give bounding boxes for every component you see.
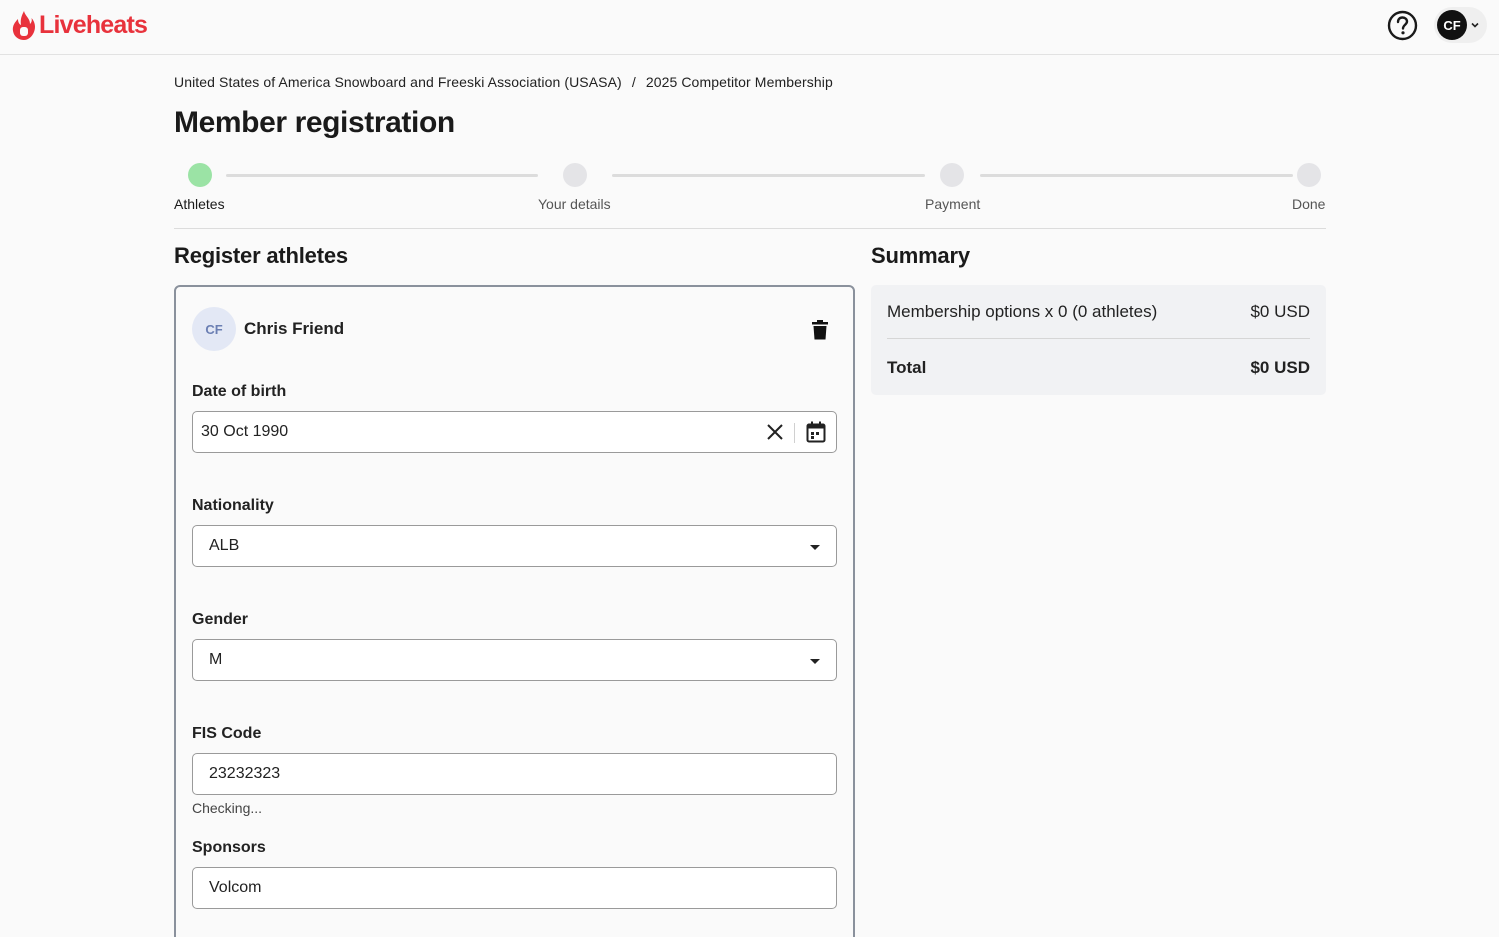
athlete-card: CF Chris Friend Date of birth 30 Oct 199… (174, 285, 855, 937)
summary-total: Total $0 USD (887, 358, 1310, 378)
step-connector (612, 174, 925, 177)
sponsors-value: Volcom (209, 879, 262, 896)
step-dot-your-details (563, 163, 587, 187)
divider (174, 228, 1326, 229)
breadcrumb-org-link[interactable]: United States of America Snowboard and F… (174, 74, 622, 90)
sponsors-input[interactable]: Volcom (192, 867, 837, 909)
dob-value: 30 Oct 1990 (201, 423, 289, 440)
summary-divider (887, 338, 1310, 339)
gender-value: M (209, 651, 223, 668)
caret-down-icon (810, 659, 820, 664)
breadcrumb-separator: / (631, 74, 636, 90)
input-separator (794, 423, 795, 443)
dob-label: Date of birth (192, 383, 287, 400)
register-athletes-title: Register athletes (174, 243, 348, 268)
dob-input[interactable]: 30 Oct 1990 (192, 411, 837, 453)
gender-label: Gender (192, 611, 249, 628)
step-dot-done (1297, 163, 1321, 187)
step-label-athletes: Athletes (174, 196, 225, 212)
breadcrumb: United States of America Snowboard and F… (174, 74, 833, 90)
summary-total-label: Total (887, 358, 927, 377)
athlete-name: Chris Friend (244, 319, 345, 338)
summary-line-amount: $0 USD (1250, 302, 1310, 321)
fis-code-label: FIS Code (192, 725, 262, 742)
fis-code-input[interactable]: 23232323 (192, 753, 837, 795)
step-connector (226, 174, 538, 177)
summary-line-label: Membership options x 0 (0 athletes) (887, 302, 1158, 321)
nationality-value: ALB (209, 537, 240, 554)
summary-line: Membership options x 0 (0 athletes) $0 U… (887, 302, 1310, 322)
step-label-payment: Payment (925, 196, 981, 212)
sponsors-label: Sponsors (192, 839, 266, 856)
help-icon[interactable] (1387, 10, 1418, 41)
user-avatar: CF (1437, 10, 1467, 40)
delete-athlete-icon[interactable] (810, 319, 830, 341)
page-title: Member registration (174, 106, 455, 139)
summary-total-amount: $0 USD (1250, 358, 1310, 377)
summary-title: Summary (871, 243, 970, 268)
nationality-label: Nationality (192, 497, 274, 514)
calendar-icon[interactable] (806, 421, 826, 443)
logo-text: Liveheats (39, 11, 148, 39)
step-connector (980, 174, 1293, 177)
gender-select[interactable]: M (192, 639, 837, 681)
nationality-select[interactable]: ALB (192, 525, 837, 567)
chevron-down-icon (1471, 22, 1479, 28)
step-label-done: Done (1292, 196, 1326, 212)
summary-panel: Membership options x 0 (0 athletes) $0 U… (871, 285, 1326, 395)
step-label-your-details: Your details (538, 196, 611, 212)
step-dot-payment (940, 163, 964, 187)
flame-logo-icon (12, 11, 36, 40)
caret-down-icon (810, 545, 820, 550)
top-bar: Liveheats CF (0, 0, 1499, 55)
registration-stepper: Athletes Your details Payment Done (174, 163, 1326, 215)
user-menu-button[interactable]: CF (1434, 7, 1487, 43)
fis-code-helper-text: Checking... (192, 800, 263, 816)
step-dot-athletes (188, 163, 212, 187)
athlete-avatar: CF (192, 307, 236, 351)
clear-date-icon[interactable] (766, 423, 784, 441)
breadcrumb-current: 2025 Competitor Membership (645, 74, 833, 90)
fis-code-value: 23232323 (209, 765, 281, 782)
liveheats-logo[interactable]: Liveheats (12, 10, 148, 41)
